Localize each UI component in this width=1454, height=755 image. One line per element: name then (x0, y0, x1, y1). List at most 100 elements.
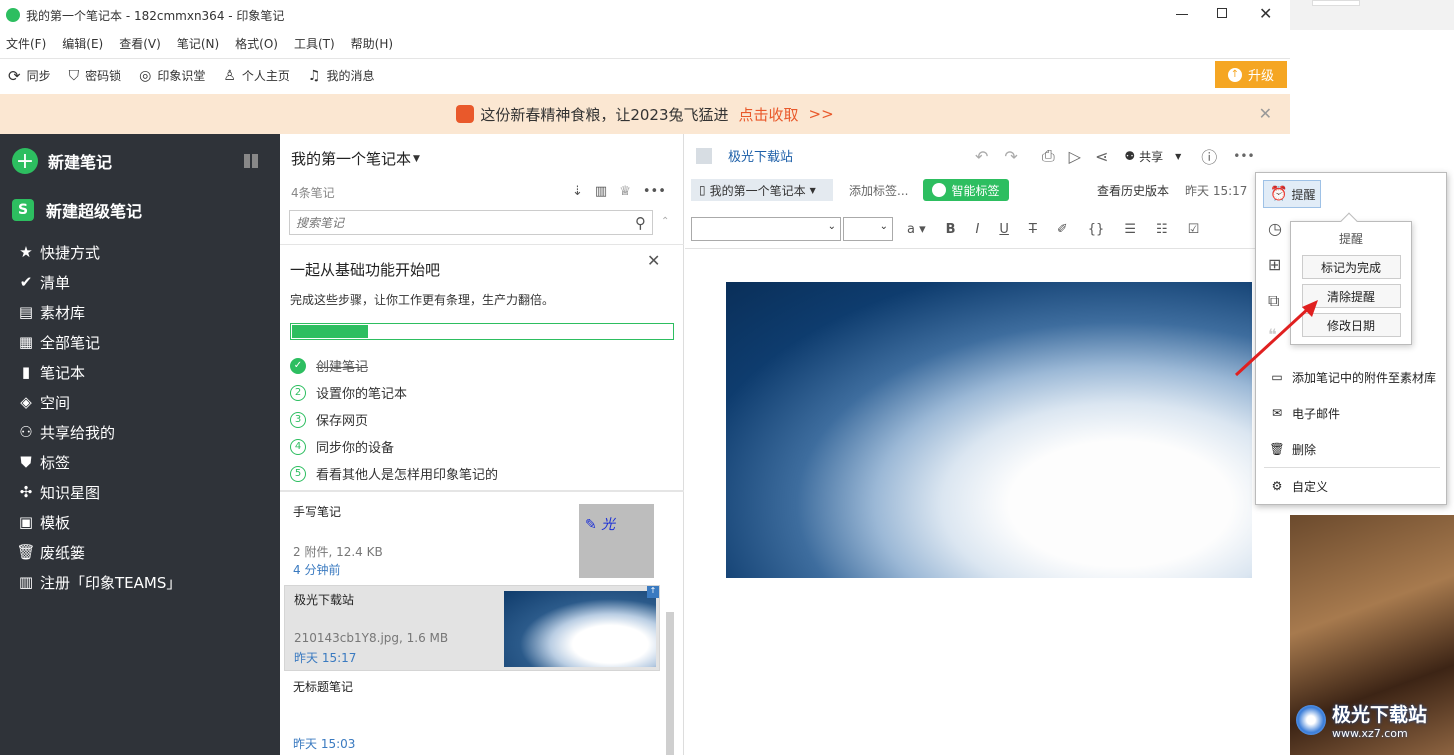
print-icon[interactable]: ⎙ (1042, 146, 1055, 166)
check-circle-icon: ✓ (290, 357, 306, 374)
add-tag-input[interactable]: 添加标签... (849, 182, 908, 199)
banner-close-icon[interactable]: ✕ (1259, 104, 1272, 123)
maximize-button[interactable] (1217, 8, 1227, 18)
check-clock-icon[interactable]: ◷ (1268, 219, 1282, 238)
note-date[interactable]: 昨天 15:17 (1185, 182, 1247, 199)
highlight-icon[interactable]: ✐ (1057, 222, 1068, 237)
share-icon[interactable]: ⋖ (1095, 147, 1108, 166)
sort-icon[interactable]: ⇣ (572, 184, 583, 199)
promo-banner[interactable]: 这份新春精神食粮，让2023兔飞猛进 点击收取 >> ✕ (0, 94, 1290, 134)
sidebar-item-templates[interactable]: ▣ 模板 (0, 507, 280, 537)
new-note-button[interactable]: + 新建笔记 (0, 134, 280, 188)
note-item-selected[interactable]: 极光下载站 210143cb1Y8.jpg, 1.6 MB 昨天 15:17 ↑ (284, 585, 660, 671)
menu-email[interactable]: ✉ 电子邮件 (1256, 395, 1448, 431)
sidebar-item-spaces[interactable]: ◈ 空间 (0, 387, 280, 417)
notebook-selector[interactable]: ▯ 我的第一个笔记本 ▼ (691, 179, 833, 201)
sync-button[interactable]: ⟳ 同步 (8, 67, 51, 85)
sidebar-item-checklist[interactable]: ✔ 清单 (0, 267, 280, 297)
cloud-thumbnail (504, 591, 656, 667)
menu-customize[interactable]: ⚙ 自定义 (1256, 468, 1448, 504)
onboarding-steps: ✓ 创建笔记 2 设置你的笔记本 3 保存网页 4 同步你的设备 5 看看其他人是怎样用印… (290, 352, 498, 487)
notebook-title[interactable]: 我的第一个笔记本 ▼ (291, 148, 420, 169)
strikethrough-icon[interactable]: T (1029, 222, 1037, 237)
menu-format[interactable]: 格式(O) (235, 35, 278, 52)
classroom-icon: ◎ (139, 67, 152, 84)
upgrade-button[interactable]: ↑ 升级 (1215, 61, 1287, 88)
sidebar-item-teams[interactable]: ▥ 注册「印象TEAMS」 (0, 567, 280, 597)
sidebar-item-trash[interactable]: 🗑 废纸篓 (0, 537, 280, 567)
reminder-menu-item[interactable]: ⏰ 提醒 (1263, 180, 1321, 208)
step-setup-notebook[interactable]: 2 设置你的笔记本 (290, 379, 498, 406)
mark-complete-button[interactable]: 标记为完成 (1301, 255, 1401, 279)
search-icon[interactable]: ⚲ (635, 214, 646, 232)
popover-title: 提醒 (1338, 232, 1363, 246)
redo-icon[interactable]: ↷ (1004, 147, 1017, 166)
note-item[interactable]: 手写笔记 2 附件, 12.4 KB 4 分钟前 ✎ 光 (284, 498, 660, 584)
step-save-web[interactable]: 3 保存网页 (290, 406, 498, 433)
background-window (1290, 0, 1454, 30)
view-icon[interactable]: ▥ (595, 184, 607, 199)
onboarding-close-icon[interactable]: ✕ (647, 251, 660, 270)
checkbox-icon[interactable]: ☑ (1188, 222, 1200, 237)
menu-view[interactable]: 查看(V) (119, 35, 161, 52)
notebook-icon: ▮ (21, 363, 31, 381)
profile-button[interactable]: ♙ 个人主页 (223, 67, 290, 84)
sidebar-item-library[interactable]: ▤ 素材库 (0, 297, 280, 327)
lock-button[interactable]: ⛉ 密码锁 (69, 67, 122, 84)
trash-icon: 🗑 (16, 543, 36, 561)
note-add-icon[interactable]: ⊞ (1268, 255, 1281, 274)
info-icon[interactable]: ⓘ (1201, 144, 1217, 168)
step-create-note[interactable]: ✓ 创建笔记 (290, 352, 498, 379)
sidebar-item-shared[interactable]: ⚇ 共享给我的 (0, 417, 280, 447)
note-time: 昨天 15:03 (293, 737, 356, 751)
sidebar-item-all-notes[interactable]: ▦ 全部笔记 (0, 327, 280, 357)
undo-icon[interactable]: ↶ (975, 147, 988, 166)
reminder-list-icon[interactable]: ♕ (619, 184, 631, 199)
history-link[interactable]: 查看历史版本 (1097, 182, 1169, 199)
space-icon: ◈ (20, 393, 32, 411)
collapse-icon[interactable]: ⌃ (661, 216, 669, 227)
share-button[interactable]: ⚉ 共享 ▼ (1124, 148, 1181, 165)
scrollbar[interactable] (666, 612, 674, 755)
new-super-note-button[interactable]: S 新建超级笔记 (0, 188, 280, 232)
sidebar-item-shortcuts[interactable]: ★ 快捷方式 (0, 237, 280, 267)
classroom-button[interactable]: ◎ 印象识堂 (139, 67, 205, 84)
present-icon[interactable]: ▷ (1069, 147, 1081, 166)
menu-delete[interactable]: 🗑 删除 (1256, 431, 1448, 467)
step-explore[interactable]: 5 看看其他人是怎样用印象笔记的 (290, 460, 498, 487)
smart-tag-button[interactable]: 智能标签 (923, 179, 1009, 201)
grid-icon[interactable] (244, 154, 258, 168)
sidebar-item-notebooks[interactable]: ▮ 笔记本 (0, 357, 280, 387)
note-time: 4 分钟前 (293, 563, 341, 577)
star-icon: ★ (19, 243, 33, 261)
note-item[interactable]: 无标题笔记 昨天 15:03 (284, 672, 660, 755)
search-input[interactable] (296, 215, 635, 230)
italic-icon[interactable]: I (976, 222, 980, 237)
user-icon: ♙ (223, 67, 236, 84)
minimize-button[interactable] (1176, 14, 1188, 15)
sidebar-item-knowledge-graph[interactable]: ✣ 知识星图 (0, 477, 280, 507)
banner-link[interactable]: 点击收取 (739, 104, 799, 125)
font-family-select[interactable]: ⌄ (691, 217, 841, 241)
more-icon[interactable]: ••• (1233, 149, 1254, 163)
menu-file[interactable]: 文件(F) (6, 35, 46, 52)
code-icon[interactable]: {} (1088, 222, 1105, 237)
menu-help[interactable]: 帮助(H) (351, 35, 393, 52)
format-toolbar: ⌄ ⌄ a ▾ B I U T ✐ {} ☰ ☷ ☑ (691, 216, 1209, 242)
text-color-icon[interactable]: a ▾ (907, 222, 926, 237)
sidebar-item-tags[interactable]: ⛊ 标签 (0, 447, 280, 477)
search-box[interactable]: ⚲ (289, 210, 653, 235)
check-icon: ✔ (19, 273, 33, 291)
font-size-select[interactable]: ⌄ (843, 217, 893, 241)
menu-tools[interactable]: 工具(T) (294, 35, 335, 52)
bold-icon[interactable]: B (946, 222, 956, 237)
messages-button[interactable]: ♫ 我的消息 (308, 67, 375, 84)
close-button[interactable]: ✕ (1259, 4, 1272, 23)
numbered-list-icon[interactable]: ☷ (1156, 222, 1168, 237)
menu-note[interactable]: 笔记(N) (177, 35, 219, 52)
underline-icon[interactable]: U (999, 222, 1009, 237)
more-icon[interactable]: ••• (643, 184, 666, 199)
menu-edit[interactable]: 编辑(E) (62, 35, 103, 52)
step-sync[interactable]: 4 同步你的设备 (290, 433, 498, 460)
bullet-list-icon[interactable]: ☰ (1124, 222, 1136, 237)
